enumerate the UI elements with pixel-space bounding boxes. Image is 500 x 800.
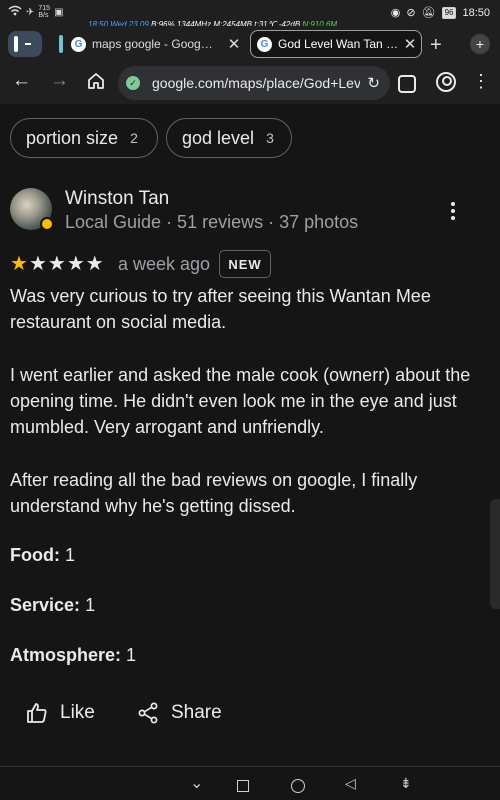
chevron-down-icon[interactable]: ⌄	[190, 773, 203, 793]
star-empty-icon: ★	[28, 253, 47, 275]
local-guide-badge-icon	[40, 217, 54, 231]
thumb-up-icon	[27, 703, 47, 723]
status-left: ✈ 715 B/s ▣	[8, 5, 64, 19]
url-text[interactable]: google.com/maps/place/God+Lev	[152, 75, 360, 91]
close-tab-icon[interactable]: ✕	[223, 35, 245, 53]
star-empty-icon: ★	[47, 253, 66, 275]
back-arrow-icon[interactable]: ←	[12, 70, 31, 92]
recents-icon[interactable]	[237, 780, 249, 792]
like-button[interactable]: Like	[26, 702, 95, 724]
status-right: ◉ ⊘ 🔕︎ 96 18:50	[391, 6, 490, 19]
rating-value: 1	[85, 595, 96, 615]
notification-pull-icon[interactable]: ⇟	[400, 775, 412, 792]
google-favicon-icon: G	[71, 36, 86, 52]
wifi-icon	[8, 5, 22, 19]
tab-group-bar-icon	[14, 36, 18, 52]
add-tab-group-button[interactable]: +	[470, 34, 490, 54]
chip-portion-size[interactable]: portion size 2	[10, 118, 158, 158]
tab-god-level[interactable]: G God Level Wan Tan … ✕	[250, 30, 422, 58]
back-triangle-icon[interactable]: ◁	[345, 775, 356, 792]
share-button[interactable]: Share	[137, 702, 222, 724]
review-paragraph: Was very curious to try after seeing thi…	[10, 286, 431, 332]
status-time: 18:50	[462, 6, 490, 19]
new-badge: NEW	[219, 250, 271, 278]
close-tab-icon[interactable]: ✕	[399, 35, 421, 53]
reviewer-name[interactable]: Winston Tan	[65, 188, 169, 210]
status-bar: ✈ 715 B/s ▣ 18:50 Wed 23.09 B:96% 1344MH…	[0, 0, 500, 29]
home-icon[interactable]	[86, 71, 106, 97]
more-vert-icon[interactable]: ⋮	[472, 71, 490, 92]
bell-off-icon: 🔕︎	[421, 7, 436, 19]
share-icon	[138, 702, 158, 724]
tab-title: God Level Wan Tan …	[278, 37, 399, 51]
rating-food: Food: 1	[10, 545, 75, 566]
review-more-icon[interactable]	[447, 202, 459, 223]
forward-arrow-icon[interactable]: →	[50, 70, 69, 92]
review-page: portion size 2 god level 3 Winston Tan L…	[0, 104, 500, 766]
reviewer-meta: Local Guide · 51 reviews · 37 photos	[65, 212, 359, 232]
rating-label: Service:	[10, 595, 81, 615]
star-empty-icon: ★	[66, 253, 85, 275]
system-nav-bar: ⌄ ◁ ⇟	[0, 767, 500, 800]
eye-icon: ◉	[390, 7, 401, 19]
screenshot-icon: ▣	[54, 6, 64, 18]
star-filled-icon: ★	[10, 253, 28, 275]
tab-group-marker	[59, 35, 63, 53]
google-favicon-icon: G	[257, 36, 272, 52]
rating-label: Atmosphere:	[10, 645, 122, 665]
tab-maps-google[interactable]: G maps google - Goog… ✕	[53, 30, 245, 58]
rating-service: Service: 1	[10, 595, 95, 616]
tab-switcher-button[interactable]	[398, 75, 416, 93]
tab-title: maps google - Goog…	[92, 37, 213, 51]
home-circle-icon[interactable]	[291, 779, 305, 793]
browser-toolbar: ← → ✓ google.com/maps/place/God+Lev ↻ ⋮	[0, 62, 500, 104]
rating-value: 1	[65, 545, 76, 565]
review-time: a week ago	[118, 254, 211, 274]
rating-atmosphere: Atmosphere: 1	[10, 645, 136, 666]
account-icon[interactable]	[436, 72, 456, 92]
shield-check-icon: ✓	[126, 76, 140, 90]
silent-icon: ⊘	[406, 7, 416, 19]
address-bar[interactable]: ✓ google.com/maps/place/God+Lev ↻	[118, 66, 390, 100]
avatar[interactable]	[10, 188, 54, 231]
chip-count: 3	[266, 130, 274, 146]
star-rating: ★ ★ ★ ★ ★	[10, 252, 104, 276]
battery-icon: 96	[441, 6, 457, 19]
review-paragraph: I went earlier and asked the male cook (…	[10, 365, 471, 437]
share-label: Share	[171, 702, 222, 723]
like-label: Like	[60, 702, 95, 723]
rating-label: Food:	[10, 545, 60, 565]
tab-group-dash-icon	[25, 43, 31, 45]
tab-group-button[interactable]	[8, 31, 42, 57]
airplane-icon: ✈	[26, 6, 35, 18]
star-empty-icon: ★	[85, 253, 104, 275]
reload-icon[interactable]: ↻	[367, 74, 380, 92]
chip-count: 2	[130, 130, 138, 146]
review-paragraph: After reading all the bad reviews on goo…	[10, 470, 418, 516]
tab-strip: G maps google - Goog… ✕ G God Level Wan …	[0, 26, 500, 62]
scrollbar[interactable]	[490, 499, 500, 609]
chip-label: portion size	[26, 127, 119, 148]
chip-label: god level	[182, 127, 255, 148]
chip-god-level[interactable]: god level 3	[166, 118, 292, 158]
new-tab-button[interactable]: +	[430, 34, 442, 57]
rating-value: 1	[126, 645, 137, 665]
network-speed: 715 B/s	[38, 5, 51, 19]
